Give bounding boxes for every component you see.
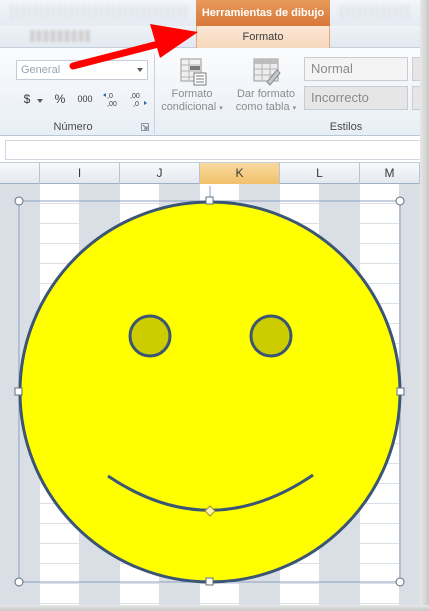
- smiley-face[interactable]: [18, 200, 402, 584]
- resize-handle-left[interactable]: [14, 387, 23, 396]
- window-right-border: [420, 0, 429, 611]
- window-bottom-border: [0, 605, 429, 611]
- resize-handle-top-right[interactable]: [395, 196, 405, 206]
- smiley-right-eye: [249, 314, 293, 358]
- resize-handle-top[interactable]: [205, 196, 214, 205]
- resize-handle-top-left[interactable]: [14, 196, 24, 206]
- resize-handle-bottom-right[interactable]: [395, 577, 405, 587]
- resize-handle-bottom[interactable]: [205, 577, 214, 586]
- smiley-shape-layer: [14, 186, 405, 587]
- resize-handle-bottom-left[interactable]: [14, 577, 24, 587]
- smiley-left-eye: [128, 314, 172, 358]
- excel-window: Herramientas de dibujo Formato General $…: [0, 0, 429, 611]
- smiley-face-shape[interactable]: [18, 200, 402, 584]
- resize-handle-right[interactable]: [396, 387, 405, 396]
